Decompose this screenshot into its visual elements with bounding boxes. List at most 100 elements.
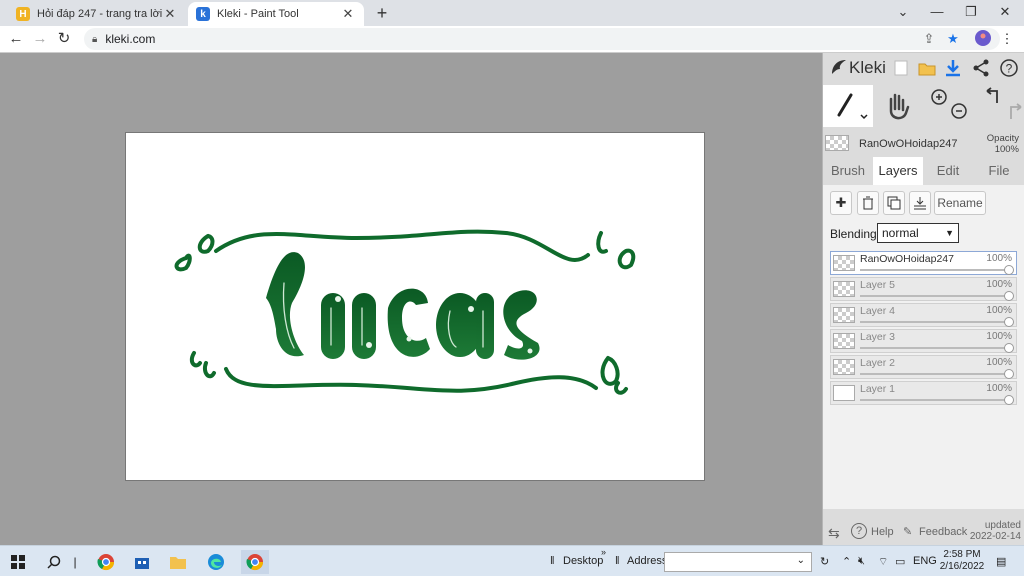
share-icon[interactable]: ⇪: [920, 30, 938, 48]
slider-knob[interactable]: [1004, 395, 1014, 405]
brush-tool-button[interactable]: [823, 85, 873, 127]
undo-redo-controls[interactable]: [977, 85, 1024, 127]
refresh-icon[interactable]: ↻: [820, 555, 829, 568]
updated-label: updated: [984, 520, 1021, 531]
hoidap-favicon-icon: H: [16, 7, 30, 21]
slider-knob[interactable]: [1004, 291, 1014, 301]
canvas-workspace[interactable]: [0, 53, 822, 545]
taskbar-address-input[interactable]: ⌄: [664, 552, 812, 572]
layer-thumbnail: [833, 281, 855, 297]
slider-knob[interactable]: [1004, 343, 1014, 353]
current-layer-name: RanOwOHoidap247: [859, 138, 958, 150]
layer-opacity-slider[interactable]: [860, 399, 1008, 401]
current-layer-opacity: Opacity 100%: [987, 133, 1019, 155]
close-window-button[interactable]: ✕: [988, 2, 1022, 22]
drawing-canvas[interactable]: [125, 132, 705, 481]
close-tab-icon[interactable]: ✕: [162, 6, 178, 22]
swap-sides-icon[interactable]: ⇆: [828, 525, 840, 542]
open-folder-icon[interactable]: [917, 58, 937, 78]
layer-opacity-slider[interactable]: [860, 373, 1008, 375]
back-icon[interactable]: ←: [6, 29, 26, 49]
new-image-icon[interactable]: [891, 58, 911, 78]
volume-icon[interactable]: 🔇︎: [858, 555, 865, 568]
close-tab-icon[interactable]: ✕: [340, 6, 356, 22]
kleki-tabs: Brush Layers Edit File: [823, 157, 1024, 185]
slider-knob[interactable]: [1004, 317, 1014, 327]
slider-knob[interactable]: [1004, 369, 1014, 379]
layer-name: Layer 1: [860, 383, 896, 395]
chevron-right-icon[interactable]: »: [601, 547, 606, 557]
hand-icon: [889, 93, 910, 120]
edge-icon[interactable]: [204, 550, 228, 574]
profile-avatar[interactable]: [974, 30, 992, 48]
chrome-active-icon[interactable]: [241, 550, 269, 574]
layer-opacity-slider[interactable]: [860, 269, 1008, 271]
help-icon[interactable]: ?: [999, 58, 1019, 78]
layer-opacity-slider[interactable]: [860, 321, 1008, 323]
slider-knob[interactable]: [1004, 265, 1014, 275]
chrome-icon[interactable]: [94, 550, 118, 574]
layer-name: Layer 2: [860, 357, 896, 369]
layer-opacity: 100%: [986, 357, 1012, 368]
windows-start-icon[interactable]: [6, 550, 30, 574]
delete-layer-button[interactable]: [857, 191, 879, 215]
merge-down-icon: [914, 197, 926, 210]
minimize-button[interactable]: —: [920, 2, 954, 22]
layer-row[interactable]: Layer 2 100%: [830, 355, 1017, 379]
opacity-value: 100%: [994, 144, 1019, 155]
chevron-up-icon[interactable]: ⌃: [842, 555, 851, 568]
blending-select[interactable]: normal ▼: [877, 223, 959, 243]
system-clock[interactable]: 2:58 PM 2/16/2022: [934, 549, 990, 573]
opacity-label: Opacity: [986, 133, 1019, 144]
add-layer-button[interactable]: ✚: [830, 191, 852, 215]
layer-row[interactable]: Layer 3 100%: [830, 329, 1017, 353]
tool-row: [823, 85, 1024, 127]
wifi-icon[interactable]: ⌔: [878, 555, 888, 569]
restore-button[interactable]: ❐: [954, 2, 988, 22]
share-icon[interactable]: [971, 58, 991, 78]
tab-layers[interactable]: Layers: [873, 157, 923, 185]
trash-icon: [863, 196, 873, 210]
feedback-link[interactable]: Feedback: [919, 526, 967, 538]
help-circle-icon[interactable]: ?: [851, 523, 867, 539]
layer-opacity-slider[interactable]: [860, 295, 1008, 297]
search-icon[interactable]: [42, 550, 66, 574]
layer-opacity-slider[interactable]: [860, 347, 1008, 349]
hand-tool-button[interactable]: [873, 85, 923, 127]
address-bar[interactable]: 🔒︎ kleki.com: [84, 28, 1000, 50]
layer-row[interactable]: Layer 5 100%: [830, 277, 1017, 301]
tab-hoidap[interactable]: H Hỏi đáp 247 - trang tra lời ✕: [8, 2, 186, 26]
tab-kleki[interactable]: k Kleki - Paint Tool ✕: [188, 2, 364, 26]
download-icon[interactable]: [943, 58, 963, 78]
notification-icon[interactable]: ▤: [996, 555, 1006, 568]
bookmark-star-icon[interactable]: ★: [944, 30, 962, 48]
desktop-toolbar[interactable]: Desktop: [563, 555, 603, 567]
merge-down-button[interactable]: [909, 191, 931, 215]
layer-row[interactable]: RanOwOHoidap247 100%: [830, 251, 1017, 275]
duplicate-layer-button[interactable]: [883, 191, 905, 215]
battery-icon[interactable]: ▭: [895, 555, 905, 568]
forward-icon[interactable]: →: [30, 29, 50, 49]
tab-brush[interactable]: Brush: [823, 157, 873, 185]
help-link[interactable]: Help: [871, 526, 894, 538]
layer-row[interactable]: Layer 1 100%: [830, 381, 1017, 405]
menu-dots-icon[interactable]: ⋮: [998, 30, 1016, 48]
tab-title: Hỏi đáp 247 - trang tra lời: [37, 8, 162, 20]
blending-label: Blending: [830, 227, 877, 241]
rename-layer-button[interactable]: Rename: [934, 191, 986, 215]
store-icon[interactable]: [130, 550, 154, 574]
windows-taskbar: | ‖ Desktop » ‖ Address ⌄ ↻ ⌃ 🔇︎ ⌔ ▭ ENG…: [0, 545, 1024, 576]
lucas-lettering-drawing: [174, 229, 636, 395]
chevron-down-icon[interactable]: ⌄: [797, 555, 805, 566]
layer-row[interactable]: Layer 4 100%: [830, 303, 1017, 327]
tab-file[interactable]: File: [973, 157, 1024, 185]
layer-thumbnail: [833, 255, 855, 271]
reload-icon[interactable]: ↻: [54, 29, 74, 49]
layer-opacity: 100%: [986, 253, 1012, 264]
current-layer-thumbnail: [825, 135, 849, 151]
folder-icon[interactable]: [166, 550, 190, 574]
new-tab-button[interactable]: +: [372, 3, 392, 24]
tab-title: Kleki - Paint Tool: [217, 8, 299, 20]
tab-edit[interactable]: Edit: [923, 157, 973, 185]
tab-search-icon[interactable]: ⌄: [886, 2, 920, 22]
